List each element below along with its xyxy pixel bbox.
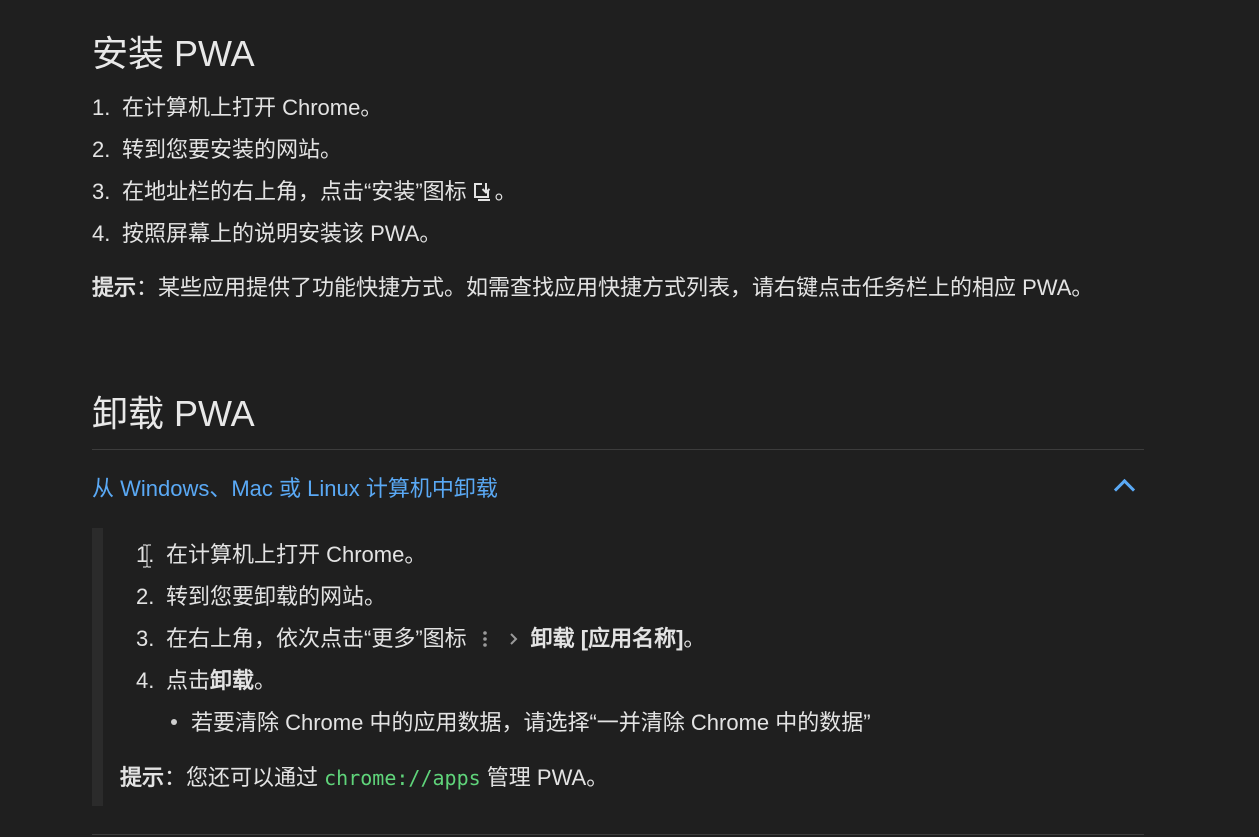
install-tip: 提示：某些应用提供了功能快捷方式。如需查找应用快捷方式列表，请右键点击任务栏上的… <box>92 270 1122 306</box>
sub-bullet-item: 若要清除 Chrome 中的应用数据，请选择“一并清除 Chrome 中的数据” <box>171 702 871 744</box>
list-item: 4. 按照屏幕上的说明安装该 PWA。 <box>92 213 517 255</box>
step-text: 在计算机上打开 Chrome。 <box>166 542 427 567</box>
step-number: 3. <box>136 626 155 651</box>
list-item: 3. 在地址栏的右上角，点击“安装”图标 。 <box>92 171 517 213</box>
step-text-end: 。 <box>683 626 706 651</box>
tip-label: 提示 <box>92 275 137 300</box>
step-text: 在地址栏的右上角，点击“安装”图标 <box>122 179 467 204</box>
uninstall-section-title: 卸载 PWA <box>92 393 255 434</box>
step-number: 3. <box>92 179 111 204</box>
expander-panel: 1. 在计算机上打开 Chrome。 2. 转到您要卸载的网站。 3. 在右上角，依次… <box>92 528 1144 806</box>
bullet-dot-icon <box>171 719 177 726</box>
list-item: 3. 在右上角，依次点击“更多”图标 卸载 [应用名称]。 <box>136 618 705 660</box>
chevron-up-icon[interactable] <box>1113 478 1136 501</box>
uninstall-tip: 提示：您还可以通过 chrome://apps 管理 PWA。 <box>120 760 608 796</box>
list-item: 2. 转到您要卸载的网站。 <box>136 576 705 618</box>
uninstall-desktop-expander[interactable]: 从 Windows、Mac 或 Linux 计算机中卸载 <box>92 468 1144 510</box>
step-text: 转到您要安装的网站。 <box>122 137 343 162</box>
step-text: 按照屏幕上的说明安装该 PWA。 <box>122 221 442 246</box>
expander-title[interactable]: 从 Windows、Mac 或 Linux 计算机中卸载 <box>92 476 498 501</box>
step-number: 4. <box>136 668 155 693</box>
list-item: 2. 转到您要安装的网站。 <box>92 129 517 171</box>
step-bold-text: 卸载 [应用名称] <box>530 626 684 651</box>
step-text: 在右上角，依次点击“更多”图标 <box>166 626 467 651</box>
more-vert-icon <box>482 631 487 647</box>
list-item: 4. 点击卸载。 <box>136 660 705 702</box>
step-number: 2. <box>136 584 155 609</box>
chrome-apps-code: chrome://apps <box>324 766 481 790</box>
uninstall-steps-list: 1. 在计算机上打开 Chrome。 2. 转到您要卸载的网站。 3. 在右上角，依次… <box>136 534 705 702</box>
install-icon <box>473 182 493 201</box>
step-text: 点击 <box>166 668 211 693</box>
text-cursor-icon <box>143 544 151 568</box>
step-number: 4. <box>92 221 111 246</box>
list-item: 1. 在计算机上打开 Chrome。 <box>136 534 705 576</box>
tip-text-end: 管理 PWA。 <box>480 765 609 790</box>
step-text-end: 。 <box>254 668 277 693</box>
tip-text: ：某些应用提供了功能快捷方式。如需查找应用快捷方式列表，请右键点击任务栏上的相应… <box>136 275 1094 300</box>
tip-label: 提示 <box>120 765 165 790</box>
step-text-end: 。 <box>494 179 517 204</box>
step-bold-text: 卸载 <box>210 668 255 693</box>
step-number: 1. <box>92 95 111 120</box>
step-number: 2. <box>92 137 111 162</box>
step-text: 在计算机上打开 Chrome。 <box>122 95 383 120</box>
step-text: 转到您要卸载的网站。 <box>166 584 387 609</box>
divider <box>92 834 1144 835</box>
chevron-right-icon <box>509 633 518 645</box>
tip-text: ：您还可以通过 <box>164 765 325 790</box>
list-item: 1. 在计算机上打开 Chrome。 <box>92 87 517 129</box>
install-section-title: 安装 PWA <box>92 33 255 74</box>
sub-bullet-text: 若要清除 Chrome 中的应用数据，请选择“一并清除 Chrome 中的数据” <box>191 710 871 735</box>
install-steps-list: 1. 在计算机上打开 Chrome。 2. 转到您要安装的网站。 3. 在地址栏的右上… <box>92 87 517 255</box>
divider <box>92 449 1144 450</box>
